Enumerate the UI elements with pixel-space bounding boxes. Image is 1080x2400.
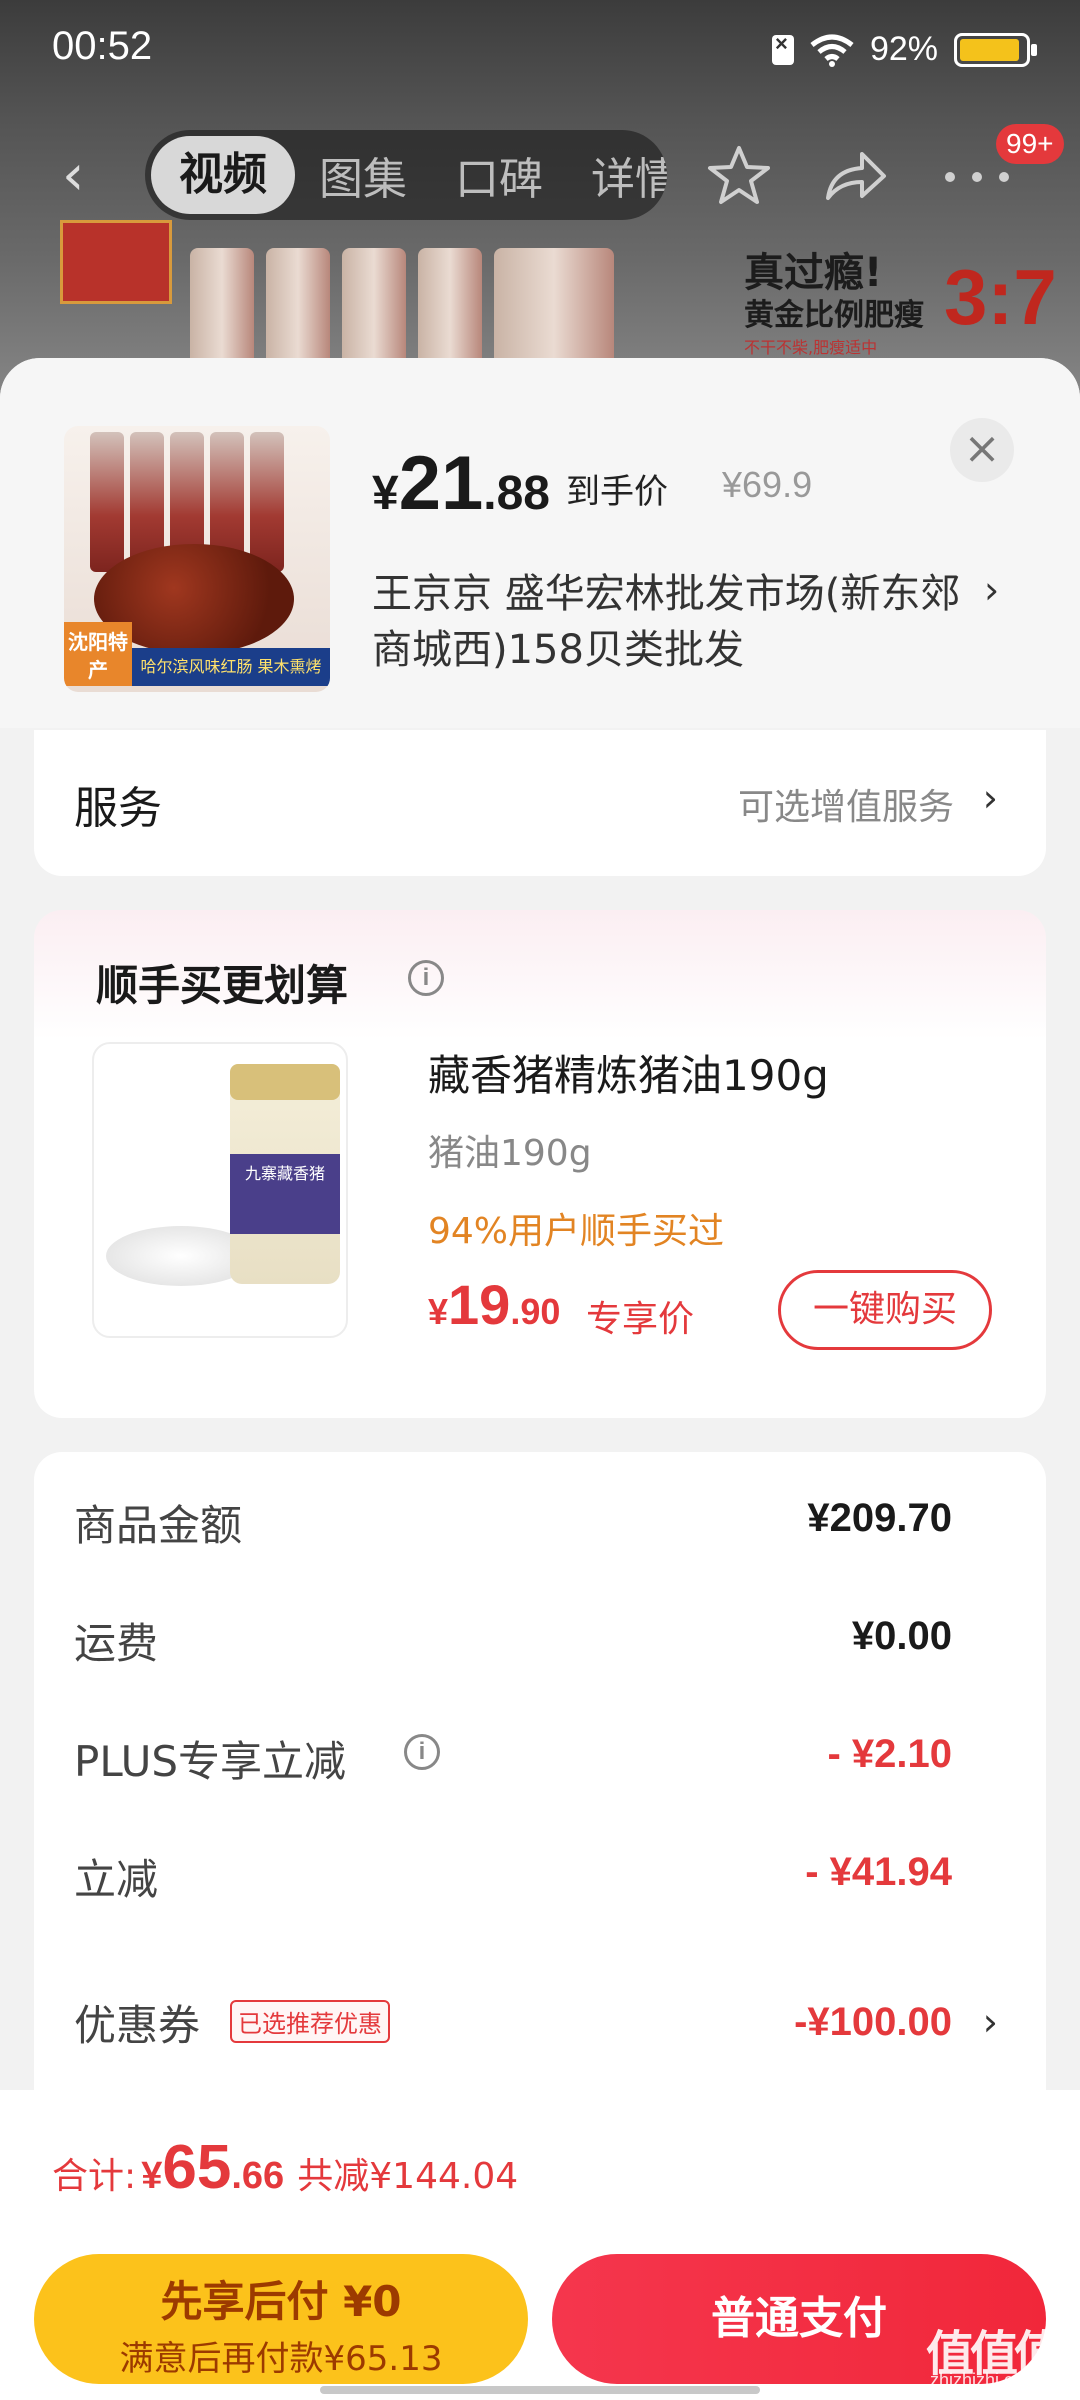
addon-price-label: 专享价 bbox=[586, 1299, 695, 1340]
status-time: 00:52 bbox=[52, 24, 153, 68]
summary-label-plus: PLUS专享立减 bbox=[74, 1737, 347, 1786]
product-nav-bar: ‹ 视频 图集 口碑 详情 bbox=[0, 130, 1080, 220]
summary-value-subtotal: ¥209.70 bbox=[807, 1496, 952, 1540]
shop-address[interactable]: 王京京 盛华宏林批发市场(新东郊商城西)158贝类批发 bbox=[372, 566, 972, 678]
thumb-origin-tag: 沈阳特产 bbox=[64, 622, 132, 686]
info-icon[interactable]: i bbox=[404, 1734, 440, 1770]
status-icons: 92% bbox=[771, 30, 1037, 69]
one-click-buy-button[interactable]: 一键购买 bbox=[778, 1270, 992, 1350]
brand-logo bbox=[60, 220, 172, 304]
share-icon[interactable] bbox=[822, 146, 888, 204]
total-saved: 共减¥144.04 bbox=[297, 2156, 519, 2197]
tab-video[interactable]: 视频 bbox=[151, 136, 295, 214]
pay-later-button[interactable]: 先享后付 ¥0 满意后再付款¥65.13 bbox=[34, 2254, 528, 2384]
summary-value-coupon[interactable]: -¥100.00 bbox=[794, 2000, 952, 2045]
service-row[interactable]: 服务 可选增值服务 › bbox=[34, 730, 1046, 876]
chevron-right-icon: › bbox=[982, 776, 998, 820]
total-price: ¥65.66 bbox=[141, 2133, 285, 2202]
coupon-tag: 已选推荐优惠 bbox=[230, 2000, 390, 2043]
total-label: 合计: bbox=[52, 2156, 137, 2197]
addon-stat: 94%用户顺手买过 bbox=[428, 1211, 725, 1252]
summary-value-shipping: ¥0.00 bbox=[851, 1614, 952, 1658]
media-tabs: 视频 图集 口碑 详情 bbox=[145, 130, 667, 220]
summary-label-discount: 立减 bbox=[74, 1855, 159, 1904]
banner-note: 不干不柴,肥瘦适中 bbox=[744, 338, 878, 357]
chevron-right-icon[interactable]: › bbox=[984, 568, 999, 612]
price-summary: 商品金额 ¥209.70 运费 ¥0.00 PLUS专享立减 i - ¥2.10… bbox=[34, 1452, 1046, 2152]
addon-price: ¥19.90 bbox=[428, 1273, 561, 1336]
final-price-label: 到手价 bbox=[566, 472, 668, 512]
thumb-strip: 哈尔滨风味红肠 果木熏烤 bbox=[132, 648, 330, 686]
home-indicator bbox=[320, 2386, 760, 2394]
banner-ratio: 3:7 bbox=[944, 253, 1057, 341]
back-icon[interactable]: ‹ bbox=[62, 148, 84, 204]
notification-badge: 99+ bbox=[996, 124, 1064, 164]
summary-label-subtotal: 商品金额 bbox=[74, 1501, 243, 1550]
pay-later-subtitle: 满意后再付款¥65.13 bbox=[119, 2339, 443, 2379]
original-price: ¥69.9 bbox=[722, 464, 813, 505]
checkout-bar: 合计: ¥65.66 共减¥144.04 先享后付 ¥0 满意后再付款¥65.1… bbox=[0, 2090, 1080, 2400]
pay-later-title: 先享后付 ¥0 bbox=[160, 2277, 402, 2326]
addon-name[interactable]: 藏香猪精炼猪油190g bbox=[428, 1042, 829, 1103]
tab-details[interactable]: 详情 bbox=[567, 143, 667, 207]
chevron-right-icon[interactable]: › bbox=[983, 2000, 998, 2044]
addon-card: 顺手买更划算 i 九寨藏香猪 藏香猪精炼猪油190g 猪油190g 94%用户顺… bbox=[34, 910, 1046, 1418]
battery-icon bbox=[954, 32, 1037, 67]
banner-subheadline: 黄金比例肥瘦 bbox=[744, 298, 924, 333]
addon-product-image[interactable]: 九寨藏香猪 bbox=[92, 1042, 348, 1338]
star-icon[interactable] bbox=[706, 144, 772, 206]
product-summary: 沈阳特产 哈尔滨风味红肠 果木熏烤 ¥21.88 到手价 ¥69.9 × 王京京… bbox=[0, 358, 1080, 728]
summary-label-coupon: 优惠券 bbox=[74, 2001, 201, 2050]
more-icon[interactable] bbox=[942, 170, 1012, 184]
service-value: 可选增值服务 bbox=[737, 787, 954, 828]
wifi-icon bbox=[810, 34, 854, 67]
status-bar: 00:52 92% bbox=[0, 0, 1080, 110]
sim-off-icon bbox=[771, 31, 794, 65]
product-thumbnail: 沈阳特产 哈尔滨风味红肠 果木熏烤 bbox=[64, 426, 330, 692]
total-line: 合计: ¥65.66 共减¥144.04 bbox=[52, 2132, 518, 2203]
watermark-url: zhizhizhi.com bbox=[930, 2370, 1039, 2390]
tab-reviews[interactable]: 口碑 bbox=[431, 143, 567, 207]
battery-percent: 92% bbox=[869, 30, 938, 68]
info-icon[interactable]: i bbox=[408, 960, 444, 996]
addon-spec: 猪油190g bbox=[428, 1133, 592, 1174]
tab-gallery[interactable]: 图集 bbox=[295, 143, 431, 207]
final-price: ¥21.88 bbox=[372, 441, 550, 526]
addon-title: 顺手买更划算 bbox=[96, 961, 349, 1010]
summary-value-plus: - ¥2.10 bbox=[827, 1732, 952, 1776]
summary-label-shipping: 运费 bbox=[74, 1619, 159, 1668]
summary-value-discount: - ¥41.94 bbox=[805, 1850, 952, 1894]
close-button[interactable]: × bbox=[950, 418, 1014, 482]
service-title: 服务 bbox=[74, 783, 162, 834]
jar-label: 九寨藏香猪 bbox=[230, 1154, 340, 1234]
